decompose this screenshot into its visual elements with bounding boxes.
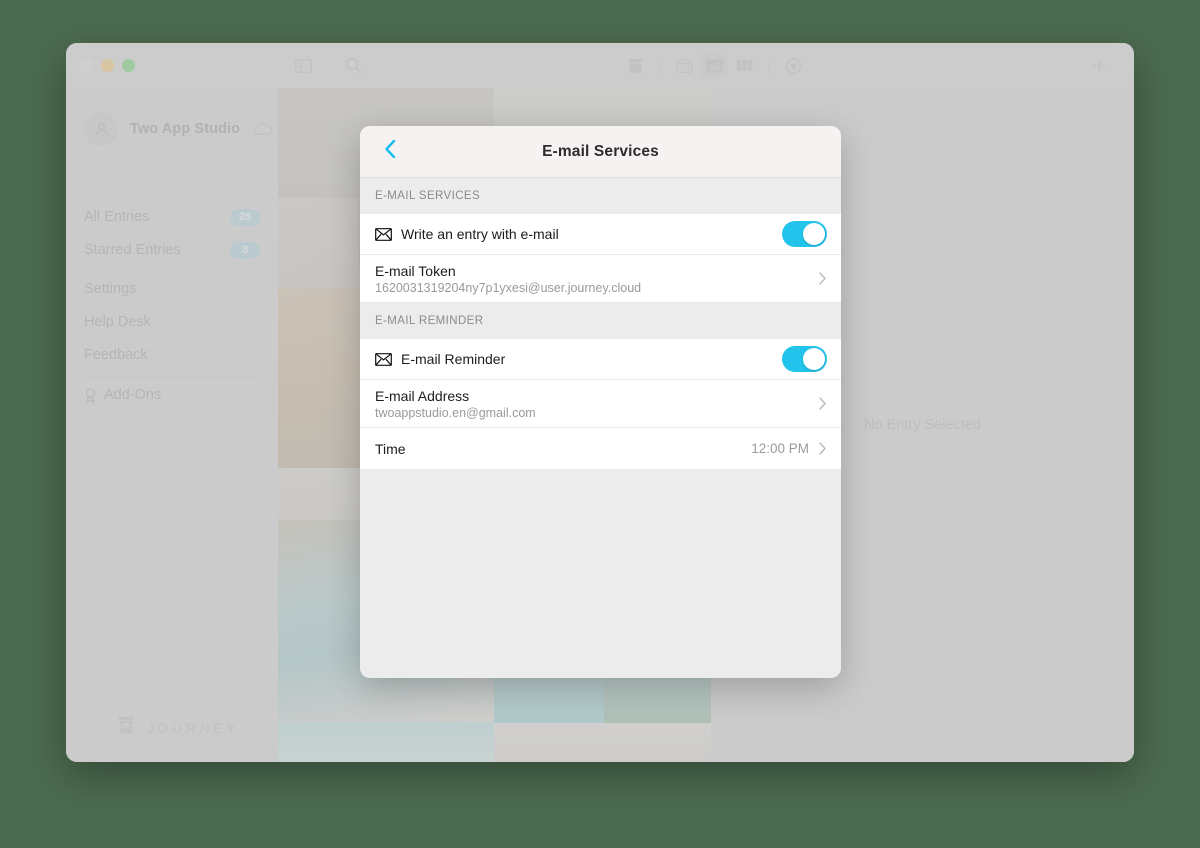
section-header-email-reminder: E-MAIL REMINDER bbox=[360, 303, 841, 339]
dialog-header: E-mail Services bbox=[360, 126, 841, 178]
toggle-write-entry-with-email[interactable] bbox=[782, 221, 827, 247]
maximize-button[interactable] bbox=[122, 59, 135, 72]
row-value: 12:00 PM bbox=[751, 441, 809, 456]
heart-icon[interactable] bbox=[780, 54, 806, 78]
sidebar-item-feedback[interactable]: Feedback bbox=[84, 342, 260, 368]
back-button[interactable] bbox=[372, 126, 408, 177]
row-label: E-mail Token bbox=[375, 262, 456, 279]
envelope-icon bbox=[375, 352, 401, 366]
toolbar-add-group bbox=[1086, 43, 1112, 88]
map-icon[interactable] bbox=[731, 54, 757, 78]
row-value: 1620031319204ny7p1yxesi@user.journey.clo… bbox=[375, 280, 642, 295]
chevron-left-icon bbox=[383, 138, 397, 165]
row-email-reminder[interactable]: E-mail Reminder bbox=[360, 339, 841, 380]
profile-name: Two App Studio bbox=[130, 121, 241, 137]
section-header-email-services: E-MAIL SERVICES bbox=[360, 178, 841, 214]
chevron-right-icon bbox=[818, 271, 827, 286]
toolbar-divider bbox=[768, 58, 769, 73]
sidebar-item-add-ons[interactable]: Add-Ons bbox=[84, 382, 260, 408]
row-value: twoappstudio.en@gmail.com bbox=[375, 405, 536, 420]
cloud-icon[interactable] bbox=[252, 122, 273, 136]
search-icon[interactable] bbox=[340, 54, 366, 78]
calendar-icon[interactable] bbox=[671, 54, 697, 78]
row-label: Time bbox=[375, 440, 406, 457]
award-icon bbox=[84, 387, 104, 403]
empty-state-text: No Entry Selected bbox=[864, 417, 981, 433]
sidebar-item-label: All Entries bbox=[84, 209, 150, 225]
sidebar: Two App Studio All Entries 25 Starred En… bbox=[66, 88, 278, 762]
toolbar-divider bbox=[659, 58, 660, 73]
journey-wordmark: JOURNEY bbox=[147, 720, 240, 736]
sidebar-item-starred-entries[interactable]: Starred Entries 3 bbox=[84, 237, 260, 263]
window-controls bbox=[80, 59, 135, 72]
sidebar-item-label: Settings bbox=[84, 281, 137, 297]
profile-row[interactable]: Two App Studio bbox=[84, 112, 273, 146]
email-services-dialog: E-mail Services E-MAIL SERVICES Write an… bbox=[360, 126, 841, 678]
row-email-address[interactable]: E-mail Address twoappstudio.en@gmail.com bbox=[360, 380, 841, 428]
sidebar-item-all-entries[interactable]: All Entries 25 bbox=[84, 204, 260, 230]
status-badge: 25 bbox=[230, 208, 260, 226]
sidebar-item-label: Starred Entries bbox=[84, 242, 181, 258]
photo-thumbnail[interactable] bbox=[278, 722, 494, 762]
sidebar-item-label: Add-Ons bbox=[104, 387, 162, 403]
avatar bbox=[84, 112, 118, 146]
row-email-token[interactable]: E-mail Token 1620031319204ny7p1yxesi@use… bbox=[360, 255, 841, 303]
status-badge: 3 bbox=[230, 241, 260, 259]
photo-thumbnail[interactable] bbox=[494, 723, 711, 762]
desktop-background: Two App Studio All Entries 25 Starred En… bbox=[0, 0, 1200, 848]
row-time[interactable]: Time 12:00 PM bbox=[360, 428, 841, 469]
close-button[interactable] bbox=[80, 59, 93, 72]
journey-box-icon bbox=[116, 716, 136, 740]
toggle-knob bbox=[803, 223, 825, 245]
sidebar-item-label: Feedback bbox=[84, 347, 148, 363]
row-label: E-mail Reminder bbox=[401, 351, 506, 367]
sidebar-item-settings[interactable]: Settings bbox=[84, 276, 260, 302]
toolbar-view-group bbox=[622, 43, 806, 88]
chevron-right-icon bbox=[818, 396, 827, 411]
archive-icon[interactable] bbox=[622, 54, 648, 78]
chevron-right-icon bbox=[818, 441, 827, 456]
sidebar-divider bbox=[84, 376, 260, 377]
dialog-title: E-mail Services bbox=[542, 142, 659, 160]
sidebar-item-label: Help Desk bbox=[84, 314, 151, 330]
row-label: E-mail Address bbox=[375, 387, 470, 404]
row-write-entry-with-email[interactable]: Write an entry with e-mail bbox=[360, 214, 841, 255]
sidebar-divider bbox=[84, 165, 260, 166]
envelope-icon bbox=[375, 227, 401, 241]
toggle-email-reminder[interactable] bbox=[782, 346, 827, 372]
toolbar-left-group bbox=[290, 43, 366, 88]
minimize-button[interactable] bbox=[101, 59, 114, 72]
row-label: Write an entry with e-mail bbox=[401, 226, 559, 242]
sidebar-icon[interactable] bbox=[290, 54, 316, 78]
toggle-knob bbox=[803, 348, 825, 370]
photos-icon[interactable] bbox=[701, 53, 727, 78]
sidebar-item-help-desk[interactable]: Help Desk bbox=[84, 309, 260, 335]
window-titlebar bbox=[66, 43, 1134, 88]
journey-logo: JOURNEY bbox=[116, 716, 240, 740]
plus-icon[interactable] bbox=[1086, 54, 1112, 78]
sidebar-divider bbox=[84, 273, 260, 274]
